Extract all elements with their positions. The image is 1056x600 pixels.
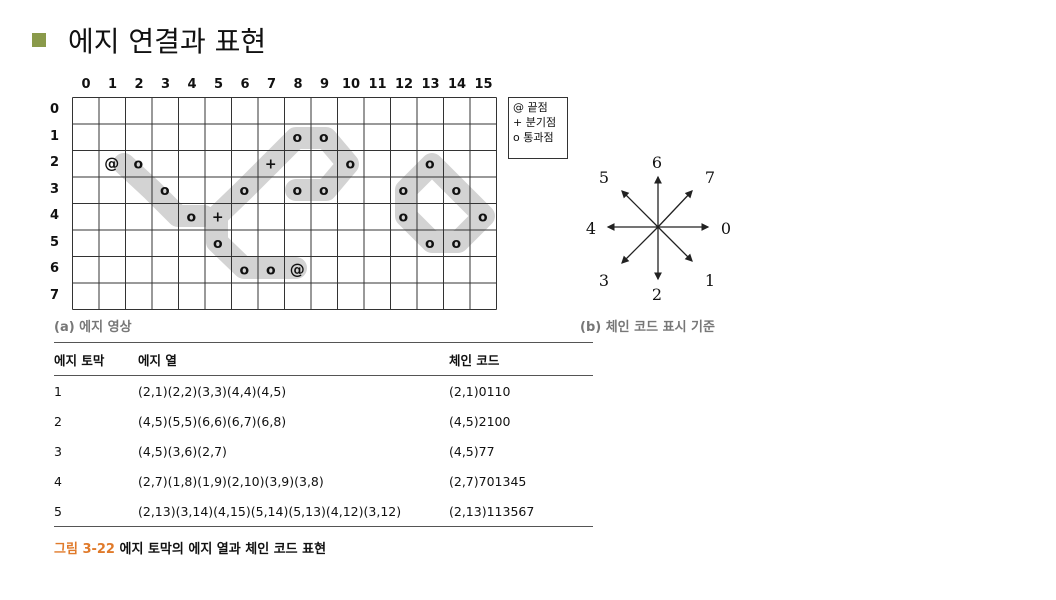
pass-mark: o	[398, 209, 408, 225]
grid-col-label: 15	[474, 77, 493, 92]
grid-col-label: 0	[81, 77, 91, 92]
pass-mark: o	[425, 156, 435, 172]
grid-col-label: 8	[293, 77, 303, 92]
grid-col-label: 4	[187, 77, 197, 92]
grid-row-label: 4	[50, 208, 60, 223]
legend-branch: + 분기점	[513, 116, 557, 129]
grid-col-label: 14	[447, 77, 467, 92]
header-chain-code: 체인 코드	[449, 342, 593, 376]
chain-code: (4,5)2100	[449, 413, 511, 429]
segment-id: 5	[54, 496, 138, 527]
grid-col-label: 2	[134, 77, 144, 92]
segment-id: 1	[54, 383, 62, 399]
direction-label-4: 4	[585, 219, 597, 238]
table-row: 5 (2,13)(3,14)(4,15)(5,14)(5,13)(4,12)(3,…	[54, 496, 593, 527]
grid-row-label: 3	[50, 181, 60, 197]
pass-mark: o	[478, 209, 488, 225]
pass-mark: o	[319, 183, 329, 199]
pass-mark: o	[266, 262, 276, 278]
table-row: 3 (4,5)(3,6)(2,7) (4,5)77	[54, 436, 593, 466]
edge-sequence: (4,5)(5,5)(6,6)(6,7)(6,8)	[138, 413, 287, 429]
grid-row-label: 0	[50, 102, 60, 117]
table-row: 2 (4,5)(5,5)(6,6)(6,7)(6,8) (4,5)2100	[54, 406, 593, 436]
table-row: 1 (2,1)(2,2)(3,3)(4,4)(4,5) (2,1)0110	[54, 376, 593, 407]
direction-arrow-3	[621, 226, 659, 264]
edge-sequence: (2,1)(2,2)(3,3)(4,4)(4,5)	[138, 383, 287, 399]
grid-row-label: 1	[50, 128, 60, 144]
grid-col-label: 10	[341, 77, 361, 92]
header-sequence: 에지 열	[138, 342, 449, 376]
pass-mark: o	[239, 262, 249, 278]
legend-passpoint: o 통과점	[513, 131, 554, 144]
chain-code: (2,1)0110	[449, 383, 511, 399]
direction-arrow-7	[657, 190, 693, 228]
grid-row-label: 6	[50, 261, 60, 276]
pass-mark: o	[186, 209, 196, 225]
grid-col-label: 1	[107, 77, 118, 92]
grid-col-label: 6	[240, 77, 250, 92]
pass-mark: o	[133, 156, 143, 172]
chain-code: (4,5)77	[449, 443, 495, 459]
grid-row-label: 5	[50, 234, 60, 250]
grid-col-label: 11	[368, 77, 387, 92]
direction-label-2: 2	[651, 285, 663, 304]
grid-row-label: 2	[50, 155, 60, 170]
pass-mark: o	[345, 156, 355, 172]
direction-arrow-1	[657, 226, 693, 262]
pass-mark: o	[451, 236, 461, 252]
edge-sequence: (4,5)(3,6)(2,7)	[138, 443, 227, 459]
header-segment: 에지 토막	[54, 342, 138, 376]
grid-col-label: 3	[160, 77, 171, 92]
endpoint-mark: @	[104, 154, 119, 172]
pass-mark: o	[319, 130, 329, 146]
legend-endpoint: @ 끝점	[513, 101, 548, 114]
edge-grid: o o@ o + o oo o o o o oo + o oo o oo o @	[72, 97, 497, 310]
pass-mark: o	[292, 183, 302, 199]
direction-label-5: 5	[598, 168, 610, 187]
edge-table-header: 에지 토막 에지 열 체인 코드	[54, 342, 593, 376]
grid-lines	[72, 97, 497, 310]
figure-number: 그림 3-22	[54, 542, 115, 557]
direction-arrow-5	[621, 190, 659, 228]
grid-col-label: 7	[266, 77, 277, 92]
figure-caption: 그림 3-22 에지 토막의 에지 열과 체인 코드 표현	[54, 538, 326, 557]
endpoint-mark: @	[290, 260, 305, 278]
grid-col-label: 9	[319, 77, 330, 92]
edge-table: 에지 토막 에지 열 체인 코드 1 (2,1)(2,2)(3,3)(4,4)(4…	[54, 342, 593, 527]
grid-col-label: 13	[421, 77, 440, 92]
segment-id: 2	[54, 413, 62, 429]
pass-mark: o	[398, 183, 408, 199]
branch-mark: +	[212, 209, 224, 225]
title-bullet	[32, 33, 46, 47]
edge-segment-4-path	[259, 127, 359, 201]
direction-label-0: 0	[720, 219, 732, 238]
pass-mark: o	[239, 183, 249, 199]
branch-mark: +	[265, 156, 277, 172]
grid-row-label: 7	[50, 287, 60, 303]
figure-text: 에지 토막의 에지 열과 체인 코드 표현	[114, 542, 327, 557]
pass-mark: o	[292, 130, 302, 146]
grid-legend: @ 끝점 + 분기점 o 통과점	[508, 97, 568, 159]
direction-label-1: 1	[704, 271, 716, 290]
grid-caption: (a) 에지 영상	[54, 320, 132, 335]
pass-mark: o	[213, 236, 223, 252]
grid-col-label: 12	[394, 77, 414, 92]
segment-id: 4	[54, 473, 62, 489]
chain-caption: (b) 체인 코드 표시 기준	[580, 320, 715, 335]
direction-label-6: 6	[651, 153, 663, 172]
table-row: 4 (2,7)(1,8)(1,9)(2,10)(3,9)(3,8) (2,7)701…	[54, 466, 593, 496]
pass-mark: o	[160, 183, 170, 199]
direction-label-7: 7	[704, 168, 716, 187]
chain-code: (2,7)701345	[449, 473, 527, 489]
edge-sequence: (2,13)(3,14)(4,15)(5,14)(5,13)(4,12)(3,1…	[138, 496, 449, 527]
pass-mark: o	[425, 236, 435, 252]
chain-code: (2,13)113567	[449, 496, 593, 527]
grid-col-label: 5	[213, 77, 224, 92]
pass-mark: o	[451, 183, 461, 199]
segment-id: 3	[54, 443, 62, 459]
direction-label-3: 3	[598, 271, 610, 290]
edge-sequence: (2,7)(1,8)(1,9)(2,10)(3,9)(3,8)	[138, 473, 324, 489]
page-title: 에지 연결과 표현	[68, 25, 267, 58]
